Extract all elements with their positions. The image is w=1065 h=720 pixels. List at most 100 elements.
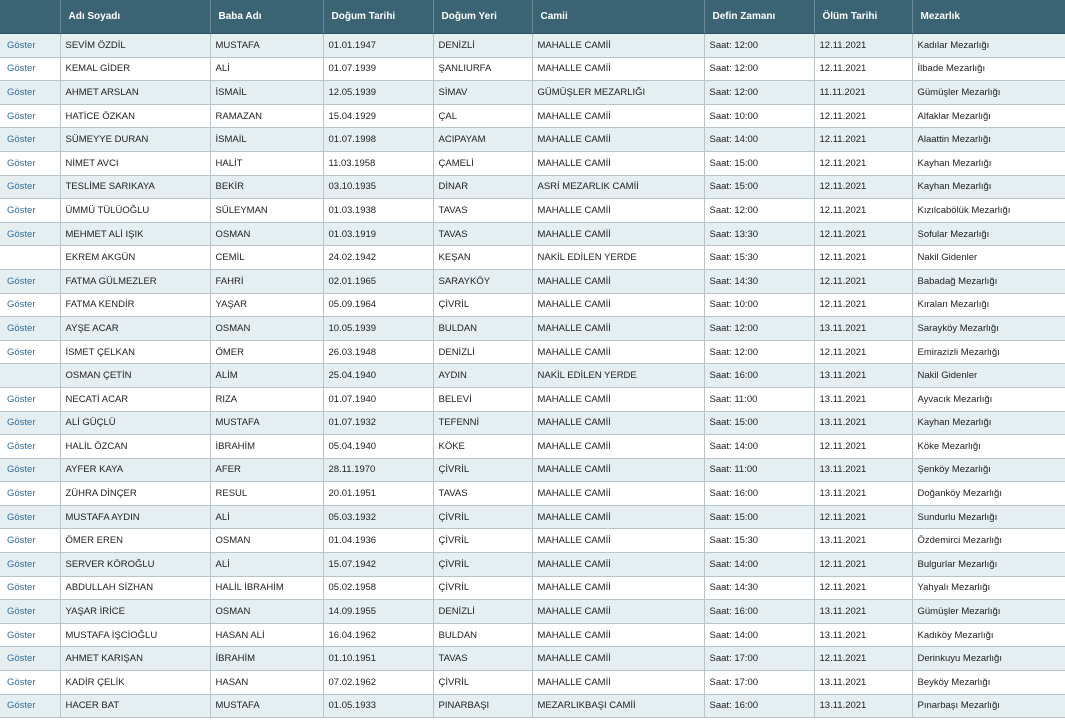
show-link[interactable]: Göster — [0, 292, 61, 318]
cell-burial-time: Saat: 14:00 — [703, 622, 815, 648]
show-link[interactable]: Göster — [0, 481, 61, 506]
header-cemetery[interactable]: Mezarlık — [912, 0, 1065, 34]
cell-birth-date: 05.04.1940 — [322, 434, 434, 459]
show-link[interactable]: Göster — [0, 316, 61, 341]
cell-cemetery: Doğanköy Mezarlığı — [911, 481, 1065, 506]
header-burial-time[interactable]: Defin Zamanı — [704, 0, 815, 34]
cell-mosque: MAHALLE CAMİİ — [531, 268, 705, 294]
show-link[interactable]: Göster — [0, 457, 61, 483]
cell-mosque: MAHALLE CAMİİ — [531, 528, 705, 554]
cell-burial-time: Saat: 15:30 — [703, 528, 815, 554]
cell-mosque: MAHALLE CAMİİ — [531, 410, 705, 436]
cell-name: EKREM AKGÜN — [59, 245, 211, 270]
cell-death-date: 12.11.2021 — [813, 434, 913, 459]
cell-death-date: 12.11.2021 — [813, 245, 913, 270]
cell-mosque: MAHALLE CAMİİ — [531, 552, 705, 577]
table-row: Göster AHMET ARSLAN İSMAİL 12.05.1939 SİMAV G… — [0, 80, 1065, 105]
show-link[interactable]: Göster — [0, 670, 61, 695]
table-row: Göster FATMA GÜLMEZLER FAHRİ 02.01.1965 SARA… — [0, 268, 1065, 294]
cell-mosque: MAHALLE CAMİİ — [531, 221, 705, 247]
show-link[interactable]: Göster — [0, 221, 61, 247]
cell-name: ZÜHRA DİNÇER — [59, 481, 211, 506]
show-link[interactable]: Göster — [0, 575, 61, 601]
cell-burial-time: Saat: 12:00 — [703, 198, 815, 223]
table-row: EKREM AKGÜN CEMİL 24.02.1942 KEŞAN NAKİL EDİ… — [0, 245, 1065, 270]
show-link[interactable]: Göster — [0, 174, 61, 200]
cell-burial-time: Saat: 15:30 — [703, 245, 815, 270]
header-birth-place[interactable]: Doğum Yeri — [433, 0, 533, 34]
table-row: Göster HATİCE ÖZKAN RAMAZAN 15.04.1929 ÇAL MA… — [0, 103, 1065, 129]
cell-father: İSMAİL — [209, 127, 324, 152]
cell-mosque: MAHALLE CAMİİ — [531, 599, 705, 624]
cell-birth-date: 03.10.1935 — [322, 174, 434, 200]
table-row: Göster ABDULLAH SİZHAN HALİL İBRAHİM 05.02.… — [0, 575, 1065, 601]
cell-father: YAŞAR — [209, 292, 324, 318]
table-row: Göster AHMET KARIŞAN İBRAHİM 01.10.1951 TAVA… — [0, 646, 1065, 672]
cell-birth-place: TAVAS — [432, 198, 533, 223]
cell-mosque: MAHALLE CAMİİ — [531, 316, 705, 341]
cell-father: OSMAN — [209, 599, 324, 624]
cell-mosque: MAHALLE CAMİİ — [531, 646, 705, 672]
show-link[interactable]: Göster — [0, 552, 61, 577]
cell-death-date: 13.11.2021 — [813, 481, 913, 506]
cell-cemetery: Ayvacık Mezarlığı — [911, 386, 1065, 412]
show-link[interactable]: Göster — [0, 150, 61, 176]
table-row: Göster ZÜHRA DİNÇER RESUL 20.01.1951 TAVAS MA… — [0, 481, 1065, 506]
show-link[interactable]: Göster — [0, 410, 61, 436]
cell-mosque: MAHALLE CAMİİ — [531, 56, 705, 82]
show-link[interactable]: Göster — [0, 434, 61, 459]
show-link[interactable]: Göster — [0, 693, 61, 719]
cell-cemetery: Kızılcabölük Mezarlığı — [911, 198, 1065, 223]
cell-birth-place: DENİZLİ — [432, 33, 533, 58]
cell-death-date: 12.11.2021 — [813, 575, 913, 601]
table-row: Göster SÜMEYYE DURAN İSMAİL 01.07.1998 ACIPA… — [0, 127, 1065, 152]
cell-burial-time: Saat: 13:30 — [703, 221, 815, 247]
cell-death-date: 12.11.2021 — [813, 33, 913, 58]
cell-cemetery: Alfaklar Mezarlığı — [911, 103, 1065, 129]
show-link[interactable]: Göster — [0, 33, 61, 58]
show-link[interactable]: Göster — [0, 198, 61, 223]
show-link[interactable]: Göster — [0, 56, 61, 82]
cell-cemetery: Şenköy Mezarlığı — [911, 457, 1065, 483]
table-row: Göster AYFER KAYA AFER 28.11.1970 ÇİVRİL MAHA… — [0, 457, 1065, 483]
cell-birth-place: ÇİVRİL — [432, 292, 533, 318]
table-row: Göster MUSTAFA AYDIN ALİ 05.03.1932 ÇİVRİL MA… — [0, 504, 1065, 530]
cell-father: ALİ — [209, 56, 324, 82]
show-link[interactable]: Göster — [0, 103, 61, 129]
show-link[interactable]: Göster — [0, 80, 61, 105]
cell-death-date: 12.11.2021 — [813, 174, 913, 200]
header-father[interactable]: Baba Adı — [210, 0, 324, 34]
header-row: Adı Soyadı Baba Adı Doğum Tarihi Doğum Y… — [0, 0, 1065, 34]
header-mosque[interactable]: Camii — [532, 0, 705, 34]
cell-burial-time: Saat: 12:00 — [703, 316, 815, 341]
header-birth-date[interactable]: Doğum Tarihi — [323, 0, 434, 34]
cell-father: OSMAN — [209, 316, 324, 341]
cell-father: HALİT — [209, 150, 324, 176]
cell-death-date: 13.11.2021 — [813, 316, 913, 341]
show-link[interactable]: Göster — [0, 504, 61, 530]
show-link[interactable]: Göster — [0, 622, 61, 648]
cell-birth-place: TAVAS — [432, 481, 533, 506]
show-link[interactable]: Göster — [0, 386, 61, 412]
cell-mosque: MAHALLE CAMİİ — [531, 504, 705, 530]
show-link[interactable]: Göster — [0, 339, 61, 365]
cell-burial-time: Saat: 17:00 — [703, 670, 815, 695]
cell-name: OSMAN ÇETİN — [59, 363, 211, 388]
show-link[interactable]: Göster — [0, 127, 61, 152]
header-name[interactable]: Adı Soyadı — [60, 0, 211, 34]
cell-death-date: 13.11.2021 — [813, 528, 913, 554]
show-link[interactable]: Göster — [0, 268, 61, 294]
table-row: Göster ALİ GÜÇLÜ MUSTAFA 01.07.1932 TEFENNİ M… — [0, 410, 1065, 436]
cell-birth-date: 01.05.1933 — [322, 693, 434, 719]
cell-name: SERVER KÖROĞLU — [59, 552, 211, 577]
show-link[interactable]: Göster — [0, 528, 61, 554]
cell-burial-time: Saat: 11:00 — [703, 457, 815, 483]
cell-father: RAMAZAN — [209, 103, 324, 129]
header-death-date[interactable]: Ölüm Tarihi — [814, 0, 913, 34]
cell-burial-time: Saat: 14:00 — [703, 552, 815, 577]
table-row: Göster FATMA KENDİR YAŞAR 05.09.1964 ÇİVRİL M… — [0, 292, 1065, 318]
cell-cemetery: Nakil Gidenler — [911, 245, 1065, 270]
cell-birth-date: 01.01.1947 — [322, 33, 434, 58]
show-link[interactable]: Göster — [0, 646, 61, 672]
show-link[interactable]: Göster — [0, 599, 61, 624]
